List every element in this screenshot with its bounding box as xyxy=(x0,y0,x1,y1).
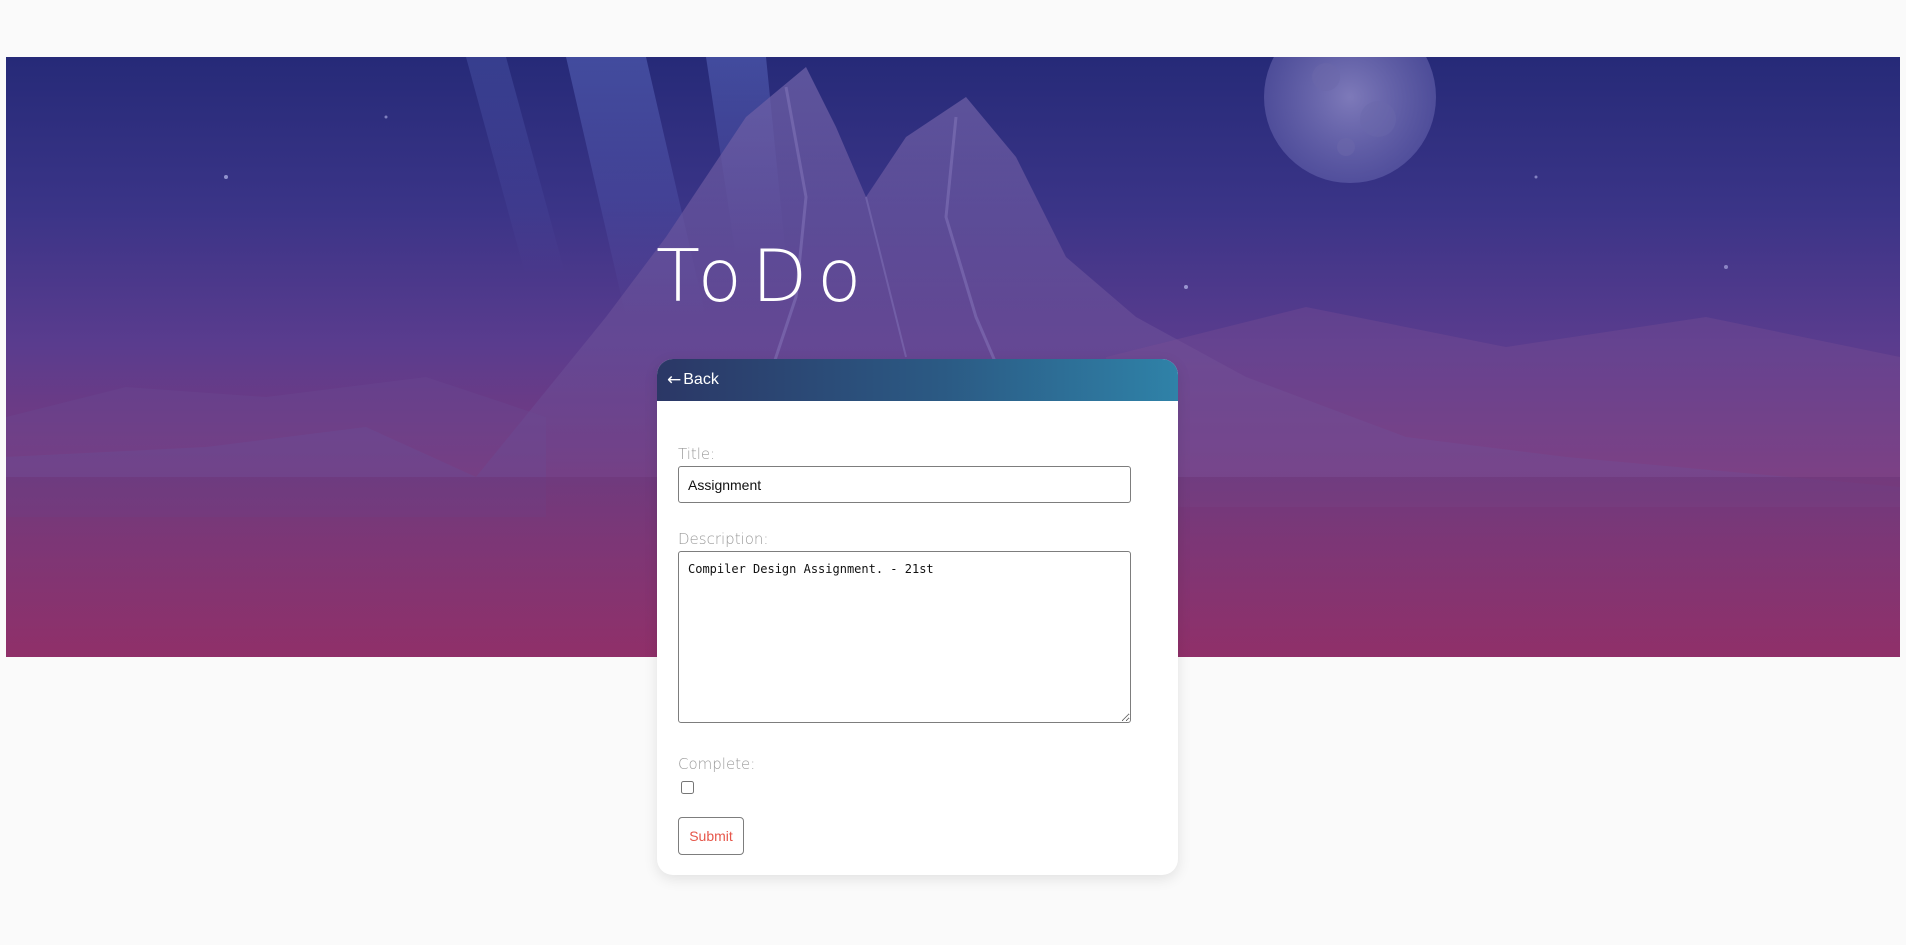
page-title: ToDo xyxy=(656,234,872,318)
back-arrow-icon: ← xyxy=(667,370,682,390)
description-textarea[interactable]: Compiler Design Assignment. - 21st xyxy=(678,551,1131,723)
edit-todo-card: ← Back Title: Description: Compiler Desi… xyxy=(657,359,1178,875)
complete-checkbox[interactable] xyxy=(681,781,694,794)
back-button[interactable]: ← Back xyxy=(657,359,1178,401)
description-field-label: Description: xyxy=(678,530,769,548)
title-input[interactable] xyxy=(678,466,1131,503)
back-button-label: Back xyxy=(683,371,719,388)
submit-button[interactable]: Submit xyxy=(678,817,744,855)
complete-field-label: Complete: xyxy=(678,755,756,773)
title-field-label: Title: xyxy=(678,445,716,463)
